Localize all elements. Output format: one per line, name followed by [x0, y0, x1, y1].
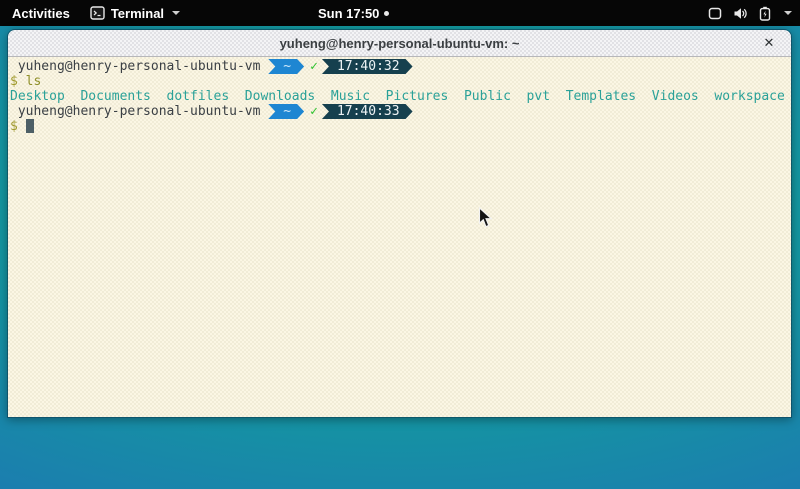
- window-title: yuheng@henry-personal-ubuntu-vm: ~: [280, 36, 520, 51]
- input-line: $: [10, 119, 791, 134]
- prompt-line-1: yuheng@henry-personal-ubuntu-vm ~✓17:40:…: [10, 59, 791, 74]
- volume-icon: [733, 7, 748, 20]
- prompt-line-2: yuheng@henry-personal-ubuntu-vm ~✓17:40:…: [10, 104, 791, 119]
- command-line: $ ls: [10, 74, 791, 89]
- clock-menu[interactable]: Sun 17:50: [318, 0, 389, 26]
- terminal-window: yuheng@henry-personal-ubuntu-vm: ~ ✕ yuh…: [7, 29, 792, 418]
- status-check-icon: ✓: [304, 59, 322, 74]
- powerline-time-segment: 17:40:32: [322, 59, 413, 74]
- clock-label: Sun 17:50: [318, 6, 379, 21]
- shell-prompt: $: [10, 119, 26, 134]
- activities-button[interactable]: Activities: [0, 0, 82, 26]
- powerline-cwd-segment: ~: [268, 104, 304, 119]
- prompt-user-host: yuheng@henry-personal-ubuntu-vm: [10, 104, 268, 119]
- battery-charging-icon: [759, 6, 771, 21]
- window-titlebar[interactable]: yuheng@henry-personal-ubuntu-vm: ~ ✕: [8, 30, 791, 57]
- app-menu-label: Terminal: [111, 6, 164, 21]
- notification-dot-icon: [384, 11, 389, 16]
- directory-listing: Desktop Documents dotfiles Downloads Mus…: [10, 89, 791, 104]
- chevron-down-icon: [784, 11, 792, 15]
- shell-prompt: $: [10, 74, 26, 89]
- terminal-content-area[interactable]: yuheng@henry-personal-ubuntu-vm ~✓17:40:…: [8, 57, 791, 417]
- powerline-cwd-segment: ~: [268, 59, 304, 74]
- app-menu-terminal[interactable]: Terminal: [82, 0, 188, 26]
- typed-command: ls: [26, 74, 42, 89]
- screen-icon: [708, 7, 722, 20]
- terminal-block-cursor: [26, 119, 34, 133]
- gnome-top-bar: Activities Terminal Sun 17:50: [0, 0, 800, 26]
- prompt-user-host: yuheng@henry-personal-ubuntu-vm: [10, 59, 268, 74]
- system-status-menu[interactable]: [708, 0, 792, 26]
- terminal-app-icon: [90, 6, 105, 20]
- chevron-down-icon: [172, 11, 180, 15]
- close-button[interactable]: ✕: [757, 30, 781, 57]
- powerline-time-segment: 17:40:33: [322, 104, 413, 119]
- status-check-icon: ✓: [304, 104, 322, 119]
